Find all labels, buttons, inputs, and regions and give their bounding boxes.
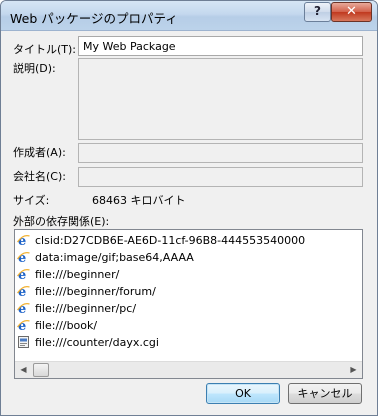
list-item[interactable]: e file:///beginner/ [17,266,119,282]
title-field[interactable]: My Web Package [78,36,363,56]
scroll-right-arrow-icon[interactable]: ▶ [345,362,362,378]
scroll-left-arrow-icon[interactable]: ◀ [15,362,32,378]
ok-button[interactable]: OK [206,383,280,404]
ie-icon: e [17,250,30,264]
dependencies-list[interactable]: e clsid:D27CDB6E-AE6D-11cf-96B8-44455354… [14,229,363,379]
close-button[interactable]: ✕ [331,2,372,22]
ie-icon: e [17,318,30,332]
ie-icon: e [17,301,30,315]
list-item[interactable]: e clsid:D27CDB6E-AE6D-11cf-96B8-44455354… [17,232,305,248]
list-item-text: clsid:D27CDB6E-AE6D-11cf-96B8-4445535400… [35,233,306,247]
list-item-text: file:///counter/dayx.cgi [35,335,159,349]
list-item[interactable]: e file:///book/ [17,317,97,333]
list-item-text: data:image/gif;base64,AAAA [35,250,194,264]
help-button[interactable]: ? [304,2,331,22]
author-field-label: 作成者(A): [13,146,66,159]
list-item-text: file:///beginner/forum/ [35,284,156,298]
scroll-thumb[interactable] [33,363,49,377]
list-item-text: file:///beginner/pc/ [35,301,137,315]
cancel-button[interactable]: キャンセル [288,383,362,404]
list-item-text: file:///beginner/ [35,267,120,281]
list-item-text: file:///book/ [35,318,98,332]
window-title: Web パッケージのプロパティ [10,11,178,26]
list-item[interactable]: e data:image/gif;base64,AAAA [17,249,194,265]
size-value: 68463 キロバイト [92,194,186,207]
dependencies-label: 外部の依存関係(E): [13,215,110,228]
author-field[interactable] [78,143,363,163]
ie-icon: e [17,233,30,247]
title-bar[interactable]: Web パッケージのプロパティ ? ✕ [1,1,377,31]
description-field[interactable] [78,58,363,140]
list-item[interactable]: e file:///beginner/pc/ [17,300,136,316]
company-field-label: 会社名(C): [13,170,66,183]
description-field-label: 説明(D): [13,62,56,75]
ie-icon: e [17,267,30,281]
company-field[interactable] [78,167,363,187]
list-item[interactable]: e file:///beginner/forum/ [17,283,156,299]
title-field-label: タイトル(T): [13,43,77,56]
cgi-file-icon [17,335,30,349]
properties-dialog: Web パッケージのプロパティ ? ✕ タイトル(T): My Web Pack… [0,0,378,416]
title-field-value: My Web Package [83,40,176,53]
size-label: サイズ: [13,194,50,207]
ie-icon: e [17,284,30,298]
list-item[interactable]: file:///counter/dayx.cgi [17,334,159,350]
horizontal-scrollbar[interactable]: ◀ ▶ [15,361,362,378]
